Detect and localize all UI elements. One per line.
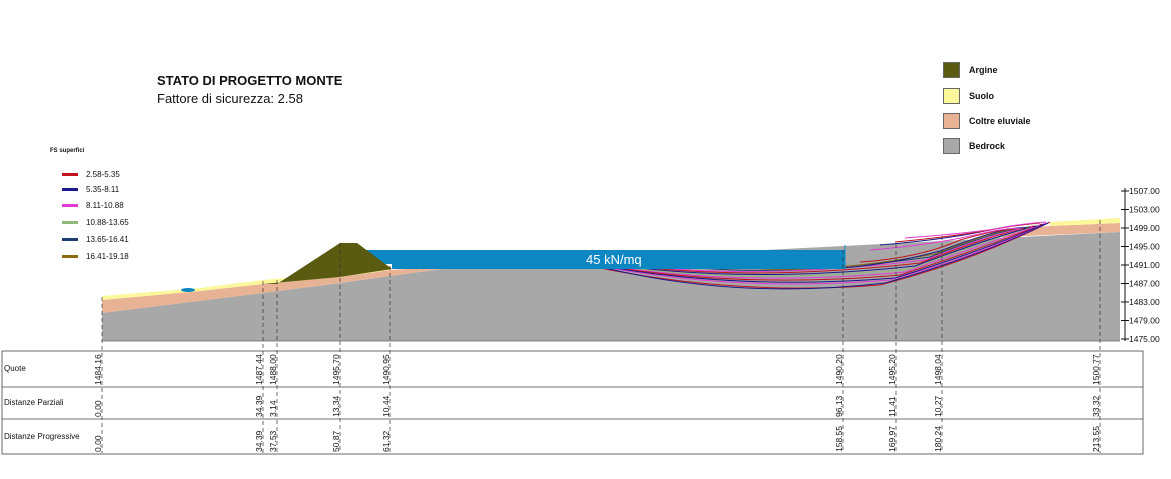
axis-tick-label: 1503.00 (1129, 205, 1160, 215)
axis-tick-label: 1491.00 (1129, 260, 1160, 270)
table-cell-quota: 1495.20 (887, 354, 897, 385)
axis-tick-label: 1479.00 (1129, 316, 1160, 326)
load-label: 45 kN/mq (586, 252, 642, 267)
table-cell-parziale: 3.14 (268, 400, 278, 417)
table-cell-parziale: 10.27 (933, 395, 943, 417)
table-cell-quota: 1498.04 (933, 354, 943, 385)
table-cell-quota: 1488.00 (268, 354, 278, 385)
table-cell-parziale: 10.44 (381, 395, 391, 417)
table-cell-progressiva: 61.32 (381, 430, 391, 452)
small-pond (181, 288, 195, 292)
table-cell-progressiva: 50.87 (331, 430, 341, 452)
axis-tick-label: 1507.00 (1129, 186, 1160, 196)
table-cell-progressiva: 180.24 (933, 426, 943, 452)
axis-tick-label: 1475.00 (1129, 334, 1160, 344)
axis-tick-label: 1495.00 (1129, 242, 1160, 252)
cross-section-diagram: 1507.00 1503.00 1499.00 1495.00 1491.00 1487.… (1, 186, 1160, 455)
table-cell-quota: 1495.70 (331, 354, 341, 385)
table-cell-quota: 1487.44 (254, 354, 264, 385)
row-label-progressive: Distanze Progressive (4, 432, 80, 441)
table-cell-parziale: 13.34 (331, 395, 341, 417)
table-cell-parziale: 0.00 (93, 400, 103, 417)
table-cell-parziale: 96.13 (834, 395, 844, 417)
axis-tick-label: 1499.00 (1129, 223, 1160, 233)
data-table (1, 350, 1144, 455)
table-values: 1484.16 0.00 0.00 1487.44 34.39 34.39 1488.00 3… (93, 354, 1101, 452)
table-cell-quota: 1500.77 (1091, 354, 1101, 385)
row-label-quote: Quote (4, 364, 26, 373)
table-cell-quota: 1490.20 (834, 354, 844, 385)
table-cell-quota: 1484.16 (93, 354, 103, 385)
table-cell-parziale: 11.41 (887, 396, 897, 417)
axis-tick-label: 1487.00 (1129, 279, 1160, 289)
row-label-parziali: Distanze Parziali (4, 398, 64, 407)
table-cell-progressiva: 158.55 (834, 426, 844, 452)
table-cell-progressiva: 37.53 (268, 430, 278, 452)
table-cell-progressiva: 34.39 (254, 430, 264, 452)
elevation-axis: 1507.00 1503.00 1499.00 1495.00 1491.00 1487.… (1121, 186, 1160, 344)
table-cell-parziale: 34.39 (254, 395, 264, 417)
axis-ticks: 1507.00 1503.00 1499.00 1495.00 1491.00 1487.… (1121, 186, 1160, 344)
axis-tick-label: 1483.00 (1129, 297, 1160, 307)
table-cell-parziale: 33.32 (1091, 395, 1101, 417)
table-cell-progressiva: 0.00 (93, 435, 103, 452)
table-cell-quota: 1490.95 (381, 354, 391, 385)
table-cell-progressiva: 213.55 (1091, 426, 1101, 452)
table-cell-progressiva: 169.97 (887, 426, 897, 452)
